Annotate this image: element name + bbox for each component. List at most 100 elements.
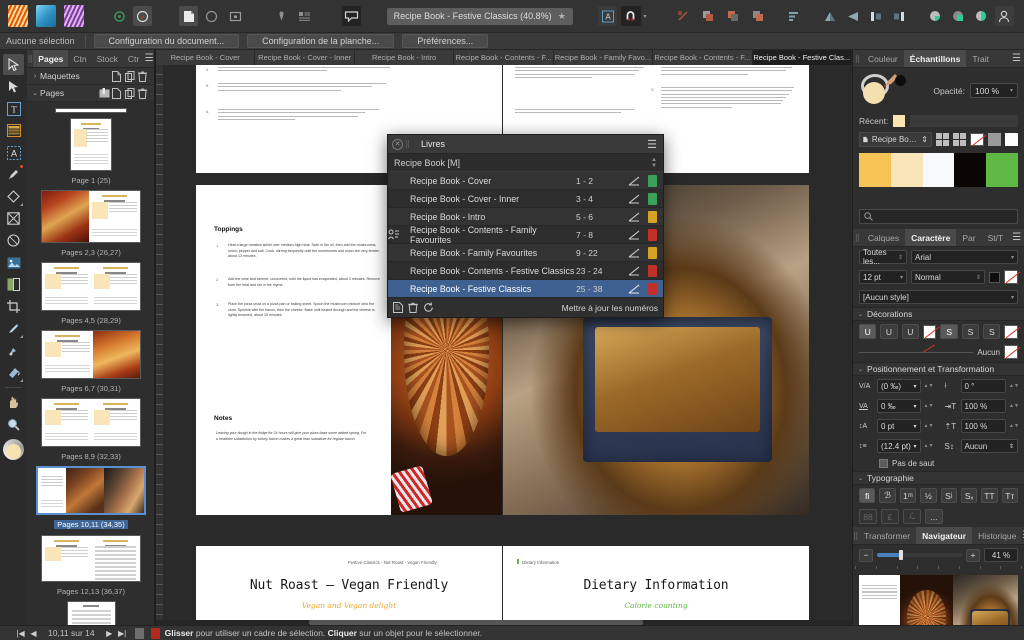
doc-tab-family-favourites[interactable]: Recipe Book - Family Favo... (553, 50, 654, 65)
frame-text-tool-icon[interactable]: T (3, 98, 24, 119)
next-page-icon[interactable]: ▶ (103, 629, 116, 638)
list-view-icon[interactable] (953, 133, 966, 146)
subtract-shapes-icon[interactable] (722, 6, 743, 26)
spread-setup-button[interactable]: Configuration de la planche... (247, 34, 395, 48)
character-group-menu-icon[interactable]: ☰ (1009, 229, 1024, 246)
last-page-icon[interactable]: ▶| (116, 629, 129, 638)
font-family-select[interactable]: Arial ▾ (911, 250, 1018, 264)
page-thumbnail[interactable] (41, 398, 141, 447)
page-thumbnail[interactable] (41, 190, 141, 243)
numerals-button[interactable]: 88 (859, 509, 877, 524)
underline-word-button[interactable]: U (880, 324, 898, 339)
kerning-input[interactable]: 0 ‰ ▾ (877, 399, 921, 413)
book-status-icon[interactable] (628, 248, 648, 258)
picture-frame-icon[interactable] (225, 6, 244, 26)
positioning-section-header[interactable]: ⌄ Positionnement et Transformation (853, 362, 1024, 376)
ordinals-button[interactable]: 1ᵐ (899, 488, 917, 503)
white-swatch[interactable] (1005, 133, 1018, 146)
chevron-down-icon[interactable]: ⌄ (858, 475, 863, 482)
swatch-white[interactable] (922, 153, 955, 187)
previous-page-icon[interactable]: ◀ (27, 629, 40, 638)
add-document-icon[interactable] (393, 302, 408, 313)
table-row-selected[interactable]: Recipe Book - Festive Classics 25 - 38 (388, 280, 663, 298)
shape-tool-icon[interactable] (3, 186, 24, 207)
contextual-alt-button[interactable]: ℒ (903, 509, 921, 524)
pencil-tool-icon[interactable] (3, 318, 24, 339)
page-thumbnail[interactable] (41, 330, 141, 379)
compass-icon[interactable] (132, 6, 152, 26)
doc-tab-contents-family[interactable]: Recipe Book - Contents - F... (454, 50, 554, 65)
strikethrough-colour-none-swatch[interactable] (1004, 324, 1018, 339)
image-cutout-tool-icon[interactable] (3, 274, 24, 295)
vertical-ruler[interactable] (156, 65, 163, 625)
no-fill-swatch[interactable] (970, 133, 984, 146)
text-fill-colour-swatch[interactable] (989, 271, 1000, 283)
books-document-stepper-icon[interactable]: ▲ ▼ (651, 157, 657, 169)
list-item[interactable]: Pages 12,13 (36,37) (27, 535, 155, 596)
book-status-icon[interactable] (628, 176, 648, 186)
preflight-status-icon[interactable] (150, 627, 160, 639)
text-style-select[interactable]: [Aucun style] ▾ (859, 290, 1018, 304)
account-icon[interactable] (994, 6, 1015, 26)
recent-colour-swatch[interactable] (893, 115, 906, 127)
doc-tab-intro[interactable]: Recipe Book - Intro (354, 50, 455, 65)
ligatures-button[interactable]: fi (859, 488, 876, 503)
leading-input[interactable]: (12.4 pt) ▾ (877, 439, 921, 453)
mask-group-icon[interactable] (972, 6, 991, 26)
underline-colour-none-swatch[interactable] (922, 324, 937, 339)
chevron-down-icon[interactable]: ▾ (1010, 87, 1013, 94)
text-wrap-icon[interactable] (295, 6, 314, 26)
table-row[interactable]: Recipe Book - Contents - Festive Classic… (388, 262, 663, 280)
align-left-icon[interactable] (785, 6, 804, 26)
baseline-input[interactable]: 0 pt ▾ (877, 419, 921, 433)
document-title-chip[interactable]: Recipe Book - Festive Classics (40.8%) ★ (386, 7, 573, 25)
duplicate-page-icon[interactable] (125, 87, 138, 99)
trash-icon[interactable] (408, 302, 423, 313)
swatch-gold[interactable] (859, 153, 891, 187)
underline-double-button[interactable]: U (901, 324, 919, 339)
tab-paragraph[interactable]: Par (956, 229, 981, 246)
panel-gripper-icon[interactable]: ⣿ (853, 50, 862, 67)
masters-row[interactable]: › Maquettes (27, 68, 154, 85)
table-row[interactable]: Recipe Book - Cover 1 - 2 (388, 172, 663, 190)
color-picker-tool-icon[interactable] (3, 340, 24, 361)
book-status-icon[interactable] (628, 194, 648, 204)
tab-layers[interactable]: Calques (862, 229, 905, 246)
grid-view-icon[interactable] (936, 133, 949, 146)
decoration-none-swatch[interactable] (1004, 345, 1018, 359)
fill-tool-icon[interactable] (3, 362, 24, 383)
position-select[interactable]: Aucun ⇕ (960, 439, 1018, 453)
tab-history[interactable]: Historique (972, 527, 1022, 544)
magnet-icon[interactable] (621, 6, 641, 26)
chevron-down-icon[interactable]: ⌄ (858, 366, 863, 373)
baseline-stepper[interactable]: ▲▼ (924, 423, 934, 429)
move-tool-icon[interactable] (3, 54, 24, 75)
list-item[interactable]: Pages 8,9 (32,33) (27, 398, 155, 461)
font-size-input[interactable]: 12 pt ▾ (859, 270, 907, 284)
no-break-checkbox[interactable] (879, 459, 888, 468)
swatch-green[interactable] (986, 153, 1018, 187)
palette-stepper-icon[interactable]: ⇕ (921, 135, 928, 144)
opacity-input[interactable]: 100 % ▾ (970, 83, 1018, 98)
page-below-right[interactable]: Dietary Information Dietary Information … (503, 546, 809, 625)
list-item[interactable]: Pages 2,3 (26,27) (27, 190, 155, 257)
tab-character[interactable]: Caractère (905, 229, 957, 246)
chevron-down-icon[interactable]: ▾ (1011, 294, 1014, 301)
fill-colour-swatch[interactable] (863, 82, 885, 104)
apply-master-icon[interactable] (99, 87, 112, 99)
first-page-icon[interactable]: |◀ (14, 629, 27, 638)
ellipse-icon[interactable] (202, 6, 221, 26)
picture-frame-tool-icon[interactable] (3, 208, 24, 229)
tab-transform[interactable]: Transformer (858, 527, 916, 544)
pages-row[interactable]: ⌄ Pages (27, 85, 154, 102)
swatch-cream[interactable] (890, 153, 923, 187)
page-mode-icon[interactable] (134, 627, 144, 639)
superscript-button[interactable]: Sʲ (940, 488, 957, 503)
rotation-input[interactable]: 0 ° (960, 379, 1006, 393)
zoom-level-input[interactable]: 41 % (984, 548, 1018, 562)
table-row[interactable]: Recipe Book - Contents - Family Favourit… (388, 225, 663, 245)
h-scale-stepper[interactable]: ▲▼ (1009, 403, 1019, 409)
grey-swatch[interactable] (988, 133, 1001, 146)
doc-tab-cover[interactable]: Recipe Book - Cover (156, 50, 256, 65)
tab-stock[interactable]: Stock (92, 50, 123, 67)
